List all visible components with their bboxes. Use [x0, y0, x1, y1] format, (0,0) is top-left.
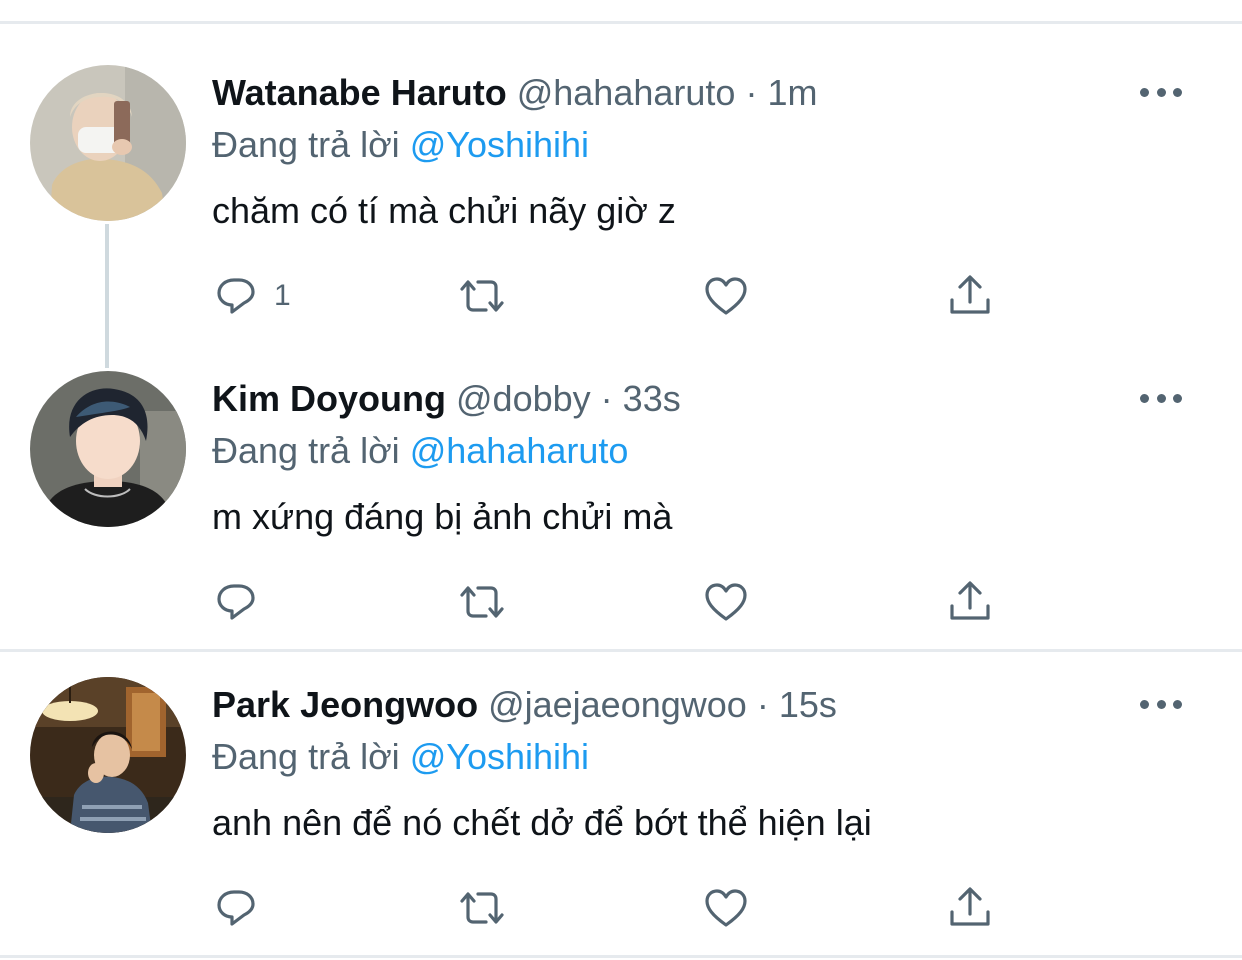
replying-to-label: Đang trả lời [212, 430, 400, 471]
retweet-icon [460, 892, 504, 924]
avatar[interactable] [30, 371, 186, 527]
avatar[interactable] [30, 677, 186, 833]
display-name[interactable]: Watanabe Haruto [212, 72, 507, 113]
like-icon [705, 889, 747, 927]
like-button[interactable] [702, 884, 750, 932]
tweet-text: chăm có tí mà chửi nãy giờ z [212, 190, 676, 231]
share-button[interactable] [946, 884, 994, 932]
timestamp[interactable]: 33s [623, 378, 681, 419]
tweet[interactable]: Kim Doyoung @dobby · 33s Đang trả lời @h… [0, 306, 1242, 621]
share-icon [950, 887, 990, 926]
tweet-header: Kim Doyoung @dobby · 33s [212, 377, 681, 421]
separator-dot: · [745, 72, 758, 113]
tweet[interactable]: Park Jeongwoo @jaejaeongwoo · 15s Đang t… [0, 612, 1242, 927]
reply-icon [217, 890, 255, 926]
separator-dot: · [600, 378, 613, 419]
avatar[interactable] [30, 65, 186, 221]
separator-dot: · [756, 684, 769, 725]
replying-to: Đang trả lời @Yoshihihi [212, 123, 589, 167]
mention-link[interactable]: @Yoshihihi [410, 124, 589, 165]
retweet-button[interactable] [458, 884, 506, 932]
more-icon[interactable] [1140, 80, 1182, 104]
replying-to: Đang trả lời @hahaharuto [212, 429, 628, 473]
tweet-text: m xứng đáng bị ảnh chửi mà [212, 496, 673, 537]
user-handle[interactable]: @hahaharuto [517, 72, 736, 113]
mention-link[interactable]: @hahaharuto [410, 430, 629, 471]
reply-button[interactable] [214, 884, 274, 932]
more-icon[interactable] [1140, 692, 1182, 716]
bottom-divider [0, 955, 1242, 958]
tweet-header: Watanabe Haruto @hahaharuto · 1m [212, 71, 817, 115]
user-handle[interactable]: @jaejaeongwoo [488, 684, 747, 725]
display-name[interactable]: Park Jeongwoo [212, 684, 478, 725]
timestamp[interactable]: 1m [767, 72, 817, 113]
timestamp[interactable]: 15s [779, 684, 837, 725]
tweet-text: anh nên để nó chết dở để bớt thể hiện lạ… [212, 802, 872, 843]
tweet[interactable]: Watanabe Haruto @hahaharuto · 1m Đang tr… [0, 0, 1242, 315]
display-name[interactable]: Kim Doyoung [212, 378, 446, 419]
user-handle[interactable]: @dobby [456, 378, 591, 419]
tweet-header: Park Jeongwoo @jaejaeongwoo · 15s [212, 683, 837, 727]
replying-to-label: Đang trả lời [212, 124, 400, 165]
more-icon[interactable] [1140, 386, 1182, 410]
replying-to: Đang trả lời @Yoshihihi [212, 735, 589, 779]
replying-to-label: Đang trả lời [212, 736, 400, 777]
mention-link[interactable]: @Yoshihihi [410, 736, 589, 777]
